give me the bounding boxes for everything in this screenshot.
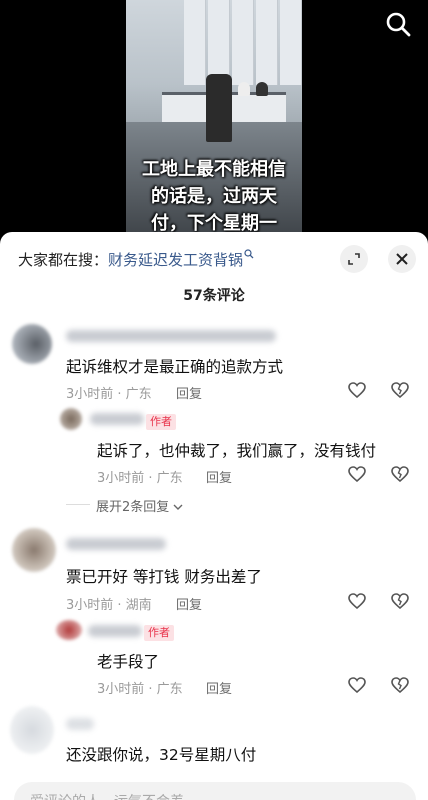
- like-heart-icon[interactable]: [347, 591, 367, 611]
- dislike-broken-heart-icon[interactable]: [390, 464, 410, 484]
- username-blurred[interactable]: [66, 538, 166, 550]
- comment-text: 起诉了，也仲裁了，我们赢了，没有钱付: [97, 442, 377, 460]
- username-blurred[interactable]: [88, 625, 142, 637]
- comment-text: 票已开好 等打钱 财务出差了: [66, 568, 262, 586]
- wall-panel: [256, 0, 278, 85]
- like-heart-icon[interactable]: [347, 675, 367, 695]
- divider: [66, 504, 90, 505]
- like-heart-icon[interactable]: [347, 380, 367, 400]
- comment-text: 还没跟你说，32号星期八付: [66, 746, 257, 764]
- comment-meta: 3小时前 · 湖南: [66, 598, 152, 613]
- search-suggestion[interactable]: 大家都在搜：财务延迟发工资背锅: [18, 249, 254, 270]
- caption-line: 工地上最不能相信: [142, 159, 286, 180]
- username-blurred[interactable]: [90, 413, 144, 425]
- reply-button[interactable]: 回复: [206, 467, 232, 486]
- search-suggestion-keyword[interactable]: 财务延迟发工资背锅: [108, 251, 243, 269]
- caption-line: 的话是，过两天: [151, 186, 277, 207]
- comment-text: 起诉维权才是最正确的追款方式: [66, 358, 284, 376]
- expand-replies-label: 展开2条回复: [96, 500, 170, 515]
- person: [238, 82, 250, 96]
- dislike-broken-heart-icon[interactable]: [390, 591, 410, 611]
- comment-meta: 3小时前 · 广东: [97, 471, 183, 486]
- reply-button[interactable]: 回复: [206, 678, 232, 697]
- avatar[interactable]: [56, 620, 82, 640]
- search-icon: [244, 249, 254, 259]
- author-tag: 作者: [146, 414, 176, 430]
- like-heart-icon[interactable]: [347, 464, 367, 484]
- video-caption: 工地上最不能相信 的话是，过两天 付，下个星期一: [132, 156, 296, 237]
- search-suggestion-prefix: 大家都在搜：: [18, 251, 109, 269]
- username-blurred[interactable]: [66, 718, 94, 730]
- comment-count: 57条评论: [183, 288, 245, 304]
- comment-meta: 3小时前 · 广东: [97, 682, 183, 697]
- person: [206, 74, 232, 142]
- dislike-broken-heart-icon[interactable]: [390, 675, 410, 695]
- comment-text: 老手段了: [97, 653, 160, 671]
- comment-input-bar[interactable]: 爱评论的人，运气不会差: [14, 782, 416, 800]
- avatar[interactable]: [10, 706, 54, 754]
- comment-sheet: 大家都在搜：财务延迟发工资背锅 57条评论 起诉维权才是最正确的追款方式 3小时…: [0, 232, 428, 800]
- wall-panel: [232, 0, 254, 85]
- wall-panel: [280, 0, 302, 85]
- comment-meta: 3小时前 · 广东: [66, 387, 152, 402]
- person: [256, 82, 268, 96]
- wall-panel: [208, 0, 230, 85]
- username-blurred[interactable]: [66, 330, 276, 342]
- expand-icon[interactable]: [340, 245, 368, 273]
- expand-replies-button[interactable]: 展开2条回复: [96, 496, 183, 515]
- author-tag: 作者: [144, 625, 174, 641]
- avatar[interactable]: [60, 408, 82, 430]
- avatar[interactable]: [12, 324, 52, 364]
- reply-button[interactable]: 回复: [176, 594, 202, 613]
- dislike-broken-heart-icon[interactable]: [390, 380, 410, 400]
- reply-button[interactable]: 回复: [176, 383, 202, 402]
- comment-input-placeholder: 爱评论的人，运气不会差: [30, 791, 184, 800]
- avatar[interactable]: [12, 528, 56, 572]
- search-icon[interactable]: [384, 10, 412, 38]
- chevron-down-icon: [173, 504, 183, 510]
- close-icon[interactable]: [388, 245, 416, 273]
- video-player[interactable]: 工地上最不能相信 的话是，过两天 付，下个星期一: [0, 0, 428, 240]
- wall-panel: [184, 0, 206, 85]
